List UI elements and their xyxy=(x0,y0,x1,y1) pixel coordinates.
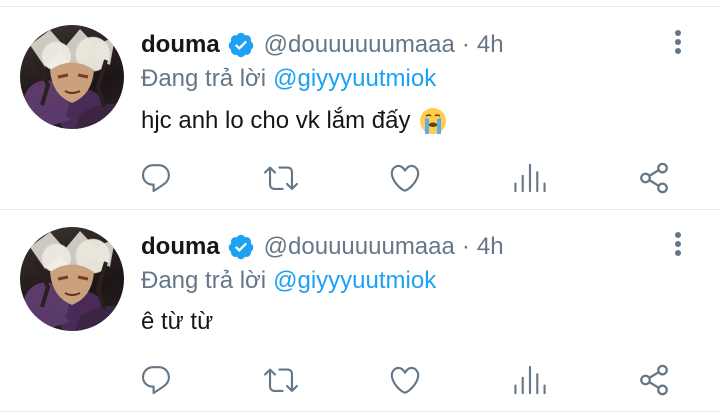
timestamp[interactable]: 4h xyxy=(477,233,504,261)
tweet-text: ê từ từ xyxy=(141,308,213,336)
tweet-header: douma @douuuuuumaaa · 4h xyxy=(141,231,504,263)
separator-dot: · xyxy=(461,233,470,260)
tweet-divider xyxy=(0,411,720,412)
tweet-text: hjc anh lo cho vk lắm đấy xyxy=(141,106,448,136)
analytics-icon[interactable] xyxy=(513,363,547,397)
share-icon[interactable] xyxy=(637,363,671,397)
handle[interactable]: @douuuuuumaaa xyxy=(264,31,455,59)
display-name[interactable]: douma xyxy=(141,233,220,261)
replying-to-link[interactable]: @giyyyuutmiok xyxy=(273,65,436,93)
more-options-icon[interactable] xyxy=(664,28,692,56)
tweet-text-content: ê từ từ xyxy=(141,308,214,335)
share-icon[interactable] xyxy=(637,161,671,195)
replying-to: Đang trả lời @giyyyuutmiok xyxy=(141,63,436,95)
tweet-text-content: hjc anh lo cho vk lắm đấy xyxy=(141,107,411,134)
loudly-crying-face-icon xyxy=(418,106,448,136)
replying-to-label: Đang trả lời xyxy=(141,267,267,294)
verified-badge-icon xyxy=(227,31,255,59)
replying-to-link[interactable]: @giyyyuutmiok xyxy=(273,267,436,295)
reply-icon[interactable] xyxy=(139,363,173,397)
handle[interactable]: @douuuuuumaaa xyxy=(264,233,455,261)
tweet[interactable]: douma @douuuuuumaaa · 4h Đang trả lời @g… xyxy=(0,210,720,412)
top-divider xyxy=(0,6,720,7)
replying-to-label: Đang trả lời xyxy=(141,65,267,92)
reply-icon[interactable] xyxy=(139,161,173,195)
tweet-header: douma @douuuuuumaaa · 4h xyxy=(141,29,504,61)
verified-badge-icon xyxy=(227,233,255,261)
separator-dot: · xyxy=(461,31,470,58)
analytics-icon[interactable] xyxy=(513,161,547,195)
retweet-icon[interactable] xyxy=(264,363,298,397)
avatar[interactable] xyxy=(20,25,124,129)
display-name[interactable]: douma xyxy=(141,31,220,59)
more-options-icon[interactable] xyxy=(664,230,692,258)
like-heart-icon[interactable] xyxy=(388,161,422,195)
retweet-icon[interactable] xyxy=(264,161,298,195)
like-heart-icon[interactable] xyxy=(388,363,422,397)
avatar[interactable] xyxy=(20,227,124,331)
timestamp[interactable]: 4h xyxy=(477,31,504,59)
tweet[interactable]: douma @douuuuuumaaa · 4h Đang trả lời @g… xyxy=(0,8,720,210)
replying-to: Đang trả lời @giyyyuutmiok xyxy=(141,265,436,297)
